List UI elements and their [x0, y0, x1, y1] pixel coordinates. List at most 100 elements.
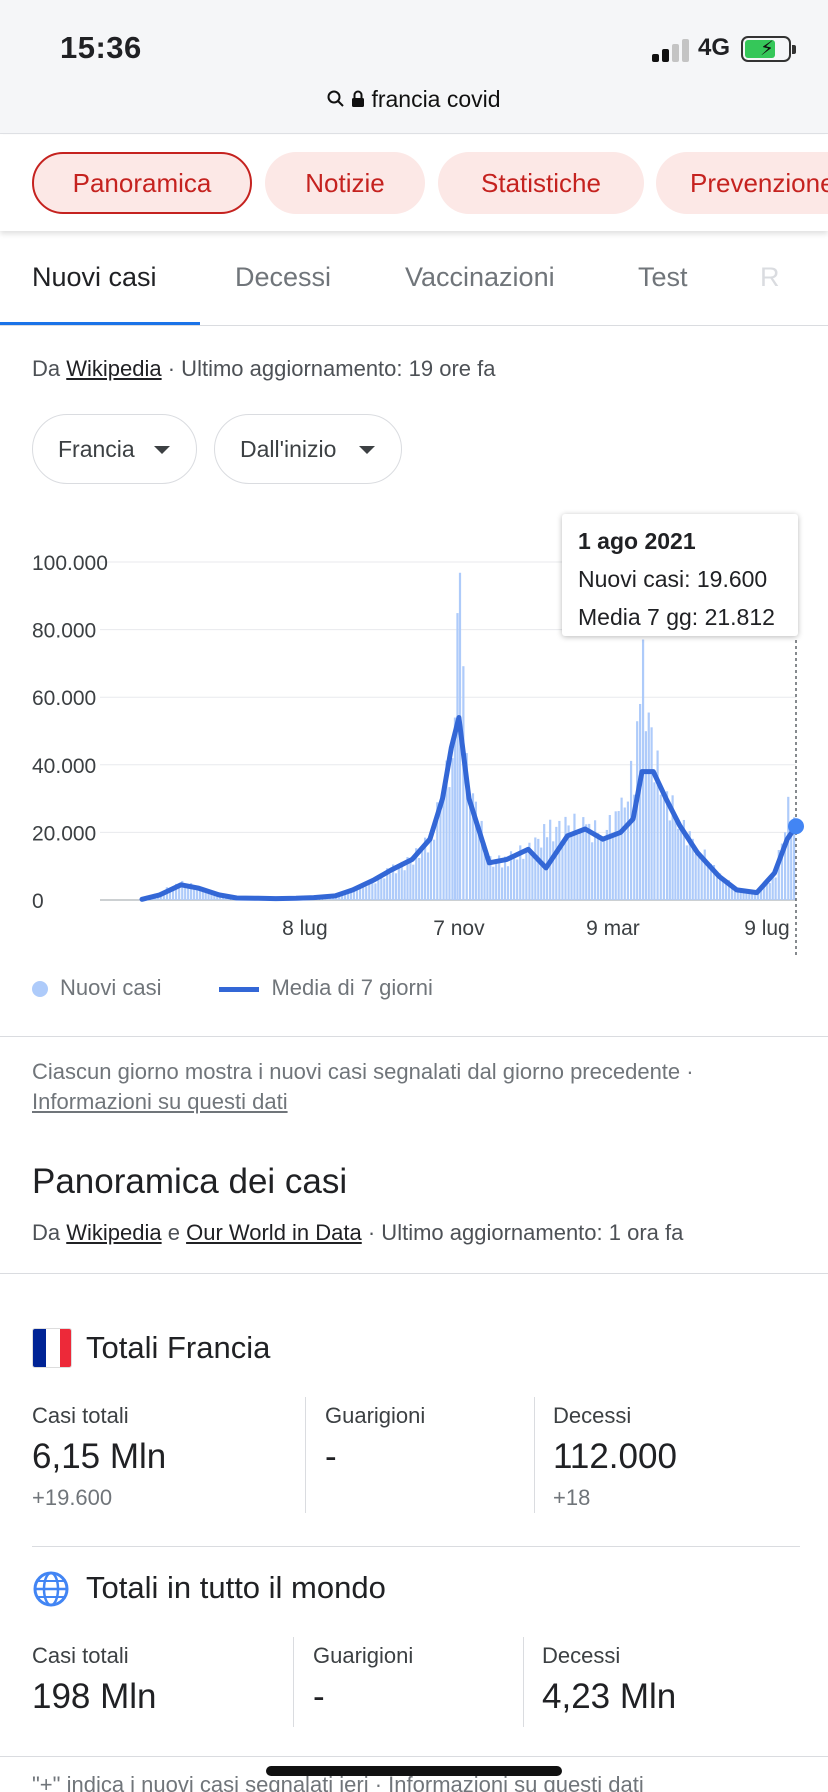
chart-note-text: Ciascun giorno mostra i nuovi casi segna…: [32, 1059, 694, 1084]
home-indicator: [266, 1766, 562, 1776]
daily-cases-bar: [790, 831, 793, 900]
daily-cases-bar: [383, 878, 386, 900]
lock-icon: [351, 87, 365, 114]
daily-cases-bar: [500, 867, 504, 900]
caret-down-icon: [359, 446, 375, 454]
globe-icon: [32, 1570, 70, 1608]
metric-tabs: Nuovi casi Decessi Vaccinazioni Test R: [0, 232, 828, 326]
daily-cases-bar: [623, 807, 626, 900]
chart-note: Ciascun giorno mostra i nuovi casi segna…: [32, 1057, 802, 1117]
wikipedia-link[interactable]: Wikipedia: [66, 356, 161, 381]
chip-prevenzione[interactable]: Prevenzione: [656, 152, 828, 214]
legend-average-label: Media di 7 giorni: [271, 975, 433, 1000]
chip-statistiche[interactable]: Statistiche: [438, 152, 644, 214]
x-tick-label: 8 lug: [282, 917, 328, 940]
chip-panoramica[interactable]: Panoramica: [32, 152, 252, 214]
daily-cases-bar: [462, 666, 465, 900]
chart-tooltip: 1 ago 2021 Nuovi casi: 19.600 Media 7 gg…: [562, 514, 798, 636]
daily-cases-bar: [358, 888, 362, 900]
daily-cases-bar: [540, 847, 543, 900]
daily-cases-bar: [477, 834, 480, 900]
topic-chips: Panoramica Notizie Statistiche Prevenzio…: [0, 135, 828, 231]
column-divider: [305, 1397, 306, 1513]
daily-cases-bar: [503, 856, 507, 900]
france-totals-title: Totali Francia: [86, 1330, 271, 1365]
france-cases-label: Casi totali: [32, 1403, 129, 1428]
period-dropdown[interactable]: Dall'inizio: [214, 414, 402, 484]
daily-cases-bar: [365, 886, 368, 900]
daily-cases-bar: [495, 862, 498, 900]
tab-vaccinazioni[interactable]: Vaccinazioni: [405, 262, 555, 293]
daily-cases-bar: [522, 858, 525, 900]
about-data-link[interactable]: Informazioni su questi dati: [32, 1089, 288, 1114]
daily-cases-bar: [409, 861, 412, 900]
world-deaths-value: 4,23 Mln: [542, 1677, 677, 1716]
y-tick-label: 0: [32, 890, 44, 913]
daily-cases-bar: [591, 842, 594, 900]
status-time: 15:36: [60, 30, 142, 65]
period-dropdown-value: Dall'inizio: [240, 436, 337, 462]
x-tick-label: 9 lug: [744, 917, 790, 940]
daily-cases-bar: [629, 760, 633, 900]
daily-cases-bar: [573, 813, 576, 900]
tab-test[interactable]: Test: [638, 262, 688, 293]
daily-cases-bar: [555, 826, 558, 900]
daily-cases-bar: [679, 825, 683, 900]
daily-cases-bar: [697, 852, 700, 900]
tab-decessi[interactable]: Decessi: [235, 262, 331, 293]
daily-cases-bar: [389, 873, 392, 900]
chip-notizie[interactable]: Notizie: [265, 152, 425, 214]
wikipedia-link[interactable]: Wikipedia: [66, 1220, 161, 1245]
daily-cases-bar: [492, 866, 495, 900]
daily-cases-bar: [768, 883, 771, 900]
owid-link[interactable]: Our World in Data: [186, 1220, 362, 1245]
chart-source: Da Wikipedia · Ultimo aggiornamento: 19 …: [32, 356, 495, 382]
daily-cases-bar: [534, 837, 537, 900]
daily-cases-bar: [178, 887, 181, 900]
world-recovered-value: -: [313, 1677, 325, 1716]
daily-cases-bar: [774, 877, 777, 900]
tooltip-cases: Nuovi casi: 19.600: [578, 566, 768, 592]
daily-cases-bar: [564, 816, 567, 900]
address-bar[interactable]: francia covid: [0, 86, 828, 114]
chart-legend: Nuovi casi Media di 7 giorni: [32, 975, 433, 1001]
daily-cases-bar: [644, 731, 648, 900]
x-tick-label: 7 nov: [433, 917, 485, 940]
source-updated: · Ultimo aggiornamento: 19 ore fa: [161, 356, 496, 381]
daily-cases-bar: [585, 824, 588, 900]
overview-prefix: Da: [32, 1220, 67, 1245]
daily-cases-bar: [647, 712, 650, 900]
caret-down-icon: [154, 446, 170, 454]
daily-cases-bar: [442, 792, 445, 900]
x-tick-label: 9 mar: [586, 917, 640, 940]
world-deaths-label: Decessi: [542, 1643, 621, 1668]
daily-cases-bar: [198, 890, 202, 900]
daily-cases-bar: [706, 866, 709, 900]
daily-cases-bar: [662, 793, 666, 900]
france-recovered-value: -: [325, 1437, 337, 1476]
daily-cases-bar: [653, 782, 656, 900]
daily-cases-bar: [694, 854, 697, 900]
france-deaths-value: 112.000: [553, 1437, 677, 1476]
daily-cases-bar: [579, 830, 582, 900]
overview-updated: · Ultimo aggiornamento: 1 ora fa: [361, 1220, 684, 1245]
region-dropdown[interactable]: Francia: [32, 414, 197, 484]
daily-cases-bar: [531, 856, 534, 900]
france-cases-value: 6,15 Mln: [32, 1437, 167, 1476]
divider: [0, 1036, 828, 1037]
daily-cases-bar: [516, 859, 519, 900]
daily-cases-bar: [561, 840, 564, 900]
y-tick-label: 20.000: [32, 822, 96, 845]
tab-r[interactable]: R: [760, 262, 780, 293]
tab-nuovi-casi[interactable]: Nuovi casi: [32, 262, 157, 293]
legend-average-swatch: [219, 986, 260, 992]
daily-cases-bar: [576, 834, 579, 900]
divider: [0, 1756, 828, 1757]
daily-cases-bar: [570, 836, 573, 900]
france-cases-delta: +19.600: [32, 1485, 113, 1510]
tooltip-average: Media 7 gg: 21.812: [578, 604, 775, 630]
divider: [32, 1546, 800, 1547]
daily-cases-bar: [439, 807, 442, 900]
daily-cases-bar: [724, 883, 728, 900]
daily-cases-bar: [614, 811, 617, 900]
